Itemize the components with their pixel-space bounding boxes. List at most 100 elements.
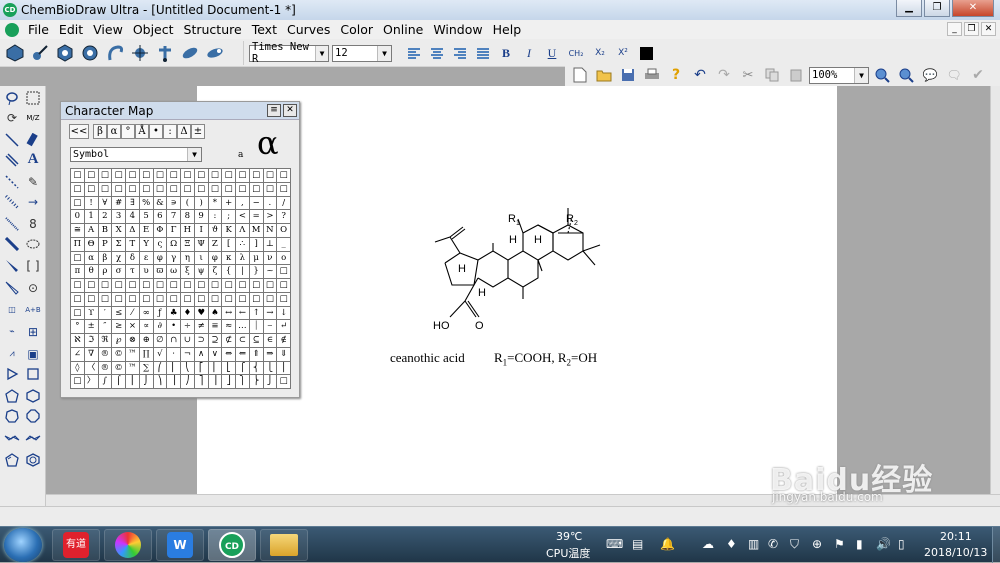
character-cell[interactable]: ε	[139, 251, 154, 266]
clock-time[interactable]: 20:11	[940, 530, 972, 543]
character-cell[interactable]: □	[181, 292, 195, 307]
character-cell[interactable]: Γ	[167, 224, 181, 238]
character-cell[interactable]: ∪	[181, 334, 195, 348]
character-cell[interactable]: Θ	[84, 237, 99, 252]
youdao-app-button[interactable]: 有道	[52, 529, 100, 561]
italic-button[interactable]: I	[519, 43, 539, 63]
character-cell[interactable]: ÷	[181, 320, 195, 334]
redo-icon[interactable]: ↷	[713, 64, 735, 86]
cyclopentadiene-tool-icon[interactable]	[2, 450, 22, 469]
character-cell[interactable]: □	[194, 292, 209, 307]
character-cell[interactable]: ⎥	[208, 375, 223, 389]
character-cell[interactable]: □	[249, 169, 264, 183]
character-cell[interactable]: {	[222, 265, 236, 279]
cycloalkanes-template-icon[interactable]	[154, 42, 176, 64]
character-cell[interactable]: ↓	[277, 306, 291, 321]
start-orb-icon[interactable]	[4, 528, 42, 562]
orbital-tool-icon[interactable]: 8	[23, 214, 43, 233]
character-cell[interactable]: Π	[71, 237, 85, 252]
character-cell[interactable]: □	[263, 182, 278, 197]
character-cell[interactable]: □	[126, 292, 140, 307]
character-cell[interactable]: ⎛	[153, 361, 168, 376]
table-tool-icon[interactable]: ⊞	[23, 322, 43, 341]
character-cell[interactable]: }	[249, 265, 264, 279]
security-icon[interactable]: ♦	[726, 537, 737, 551]
menu-structure[interactable]: Structure	[179, 22, 247, 37]
character-cell[interactable]: □	[71, 196, 85, 211]
polyhedra-template-icon[interactable]	[4, 42, 26, 64]
character-cell[interactable]: □	[249, 279, 264, 293]
character-cell[interactable]: □	[222, 292, 236, 307]
align-left-icon[interactable]	[404, 43, 424, 63]
character-cell[interactable]: Ο	[277, 224, 291, 238]
wechat-icon[interactable]: ✆	[768, 537, 778, 551]
character-cell[interactable]: Κ	[222, 224, 236, 238]
underline-button[interactable]: U	[542, 43, 562, 63]
align-right-icon[interactable]	[450, 43, 470, 63]
tlc-tool-icon[interactable]: ⩘	[2, 344, 22, 363]
character-cell[interactable]: □	[84, 279, 99, 293]
chembiodraw-app-icon[interactable]: CD	[3, 3, 17, 17]
character-cell[interactable]: Υ	[139, 237, 154, 252]
character-cell[interactable]: %	[139, 196, 154, 211]
bold-button[interactable]: B	[496, 43, 516, 63]
character-cell[interactable]: |	[236, 265, 250, 279]
character-cell[interactable]: ⎯	[263, 320, 278, 334]
character-cell[interactable]: ≅	[71, 224, 85, 238]
character-cell[interactable]: □	[208, 169, 223, 183]
character-cell[interactable]: ⊕	[139, 334, 154, 348]
character-cell[interactable]: ®	[98, 347, 113, 362]
character-cell[interactable]: &	[153, 196, 168, 211]
character-cell[interactable]: □	[181, 169, 195, 183]
zoom-dropdown[interactable]: 100% ▼	[809, 66, 869, 84]
character-cell[interactable]: 2	[98, 210, 113, 224]
character-cell[interactable]: α	[84, 251, 99, 266]
character-cell[interactable]: ∑	[139, 361, 154, 376]
cut-icon[interactable]: ✂	[737, 64, 759, 86]
character-cell[interactable]: ⊥	[263, 237, 278, 252]
recent-char[interactable]: β	[93, 124, 107, 139]
compound-name-caption[interactable]: ceanothic acid	[390, 350, 465, 366]
character-cell[interactable]: □	[277, 279, 291, 293]
character-cell[interactable]: ♦	[181, 306, 195, 321]
cyclohexane-chair2-tool-icon[interactable]	[23, 428, 43, 447]
character-cell[interactable]: Ι	[194, 224, 209, 238]
superscript-button[interactable]: X²	[613, 43, 633, 63]
clipware-template-icon[interactable]	[104, 42, 126, 64]
character-cell[interactable]: □	[236, 292, 250, 307]
character-cell[interactable]: ∅	[153, 334, 168, 348]
character-cell[interactable]: ⎦	[222, 375, 236, 389]
character-cell[interactable]: ⇒	[263, 347, 278, 362]
bicyclics-template-icon[interactable]	[79, 42, 101, 64]
character-cell[interactable]: ′	[98, 306, 113, 321]
zoom-in-icon[interactable]	[871, 64, 893, 86]
character-cell[interactable]: 〈	[84, 361, 99, 376]
character-cell[interactable]: Ζ	[208, 237, 223, 252]
menu-color[interactable]: Color	[335, 22, 378, 37]
character-cell[interactable]: ρ	[98, 265, 113, 279]
character-cell[interactable]: +	[222, 196, 236, 211]
character-cell[interactable]: □	[71, 279, 85, 293]
volume-mixer-icon[interactable]: ▤	[632, 537, 643, 551]
cyclooctane-tool-icon[interactable]	[23, 406, 43, 425]
character-cell[interactable]: Μ	[249, 224, 264, 238]
character-cell[interactable]: ?	[277, 210, 291, 224]
character-cell[interactable]: □	[208, 279, 223, 293]
hexoses-template-icon[interactable]	[204, 42, 226, 64]
character-cell[interactable]: ]	[249, 237, 264, 252]
character-cell[interactable]: :	[208, 210, 223, 224]
check-icon[interactable]: ✔	[967, 64, 989, 86]
character-cell[interactable]: ©	[112, 347, 126, 362]
character-cell[interactable]: τ	[126, 265, 140, 279]
character-cell[interactable]: ®	[98, 361, 113, 376]
character-cell[interactable]: η	[181, 251, 195, 266]
print-icon[interactable]	[641, 64, 663, 86]
character-cell[interactable]: Ρ	[98, 237, 113, 252]
character-cell[interactable]: ⇓	[277, 347, 291, 362]
dashed-bond-tool-icon[interactable]	[2, 172, 22, 191]
character-cell[interactable]: ∞	[139, 306, 154, 321]
character-cell[interactable]: ∩	[167, 334, 181, 348]
recent-char[interactable]: ±	[191, 124, 205, 139]
character-cell[interactable]: #	[112, 196, 126, 211]
character-cell[interactable]: □	[126, 169, 140, 183]
